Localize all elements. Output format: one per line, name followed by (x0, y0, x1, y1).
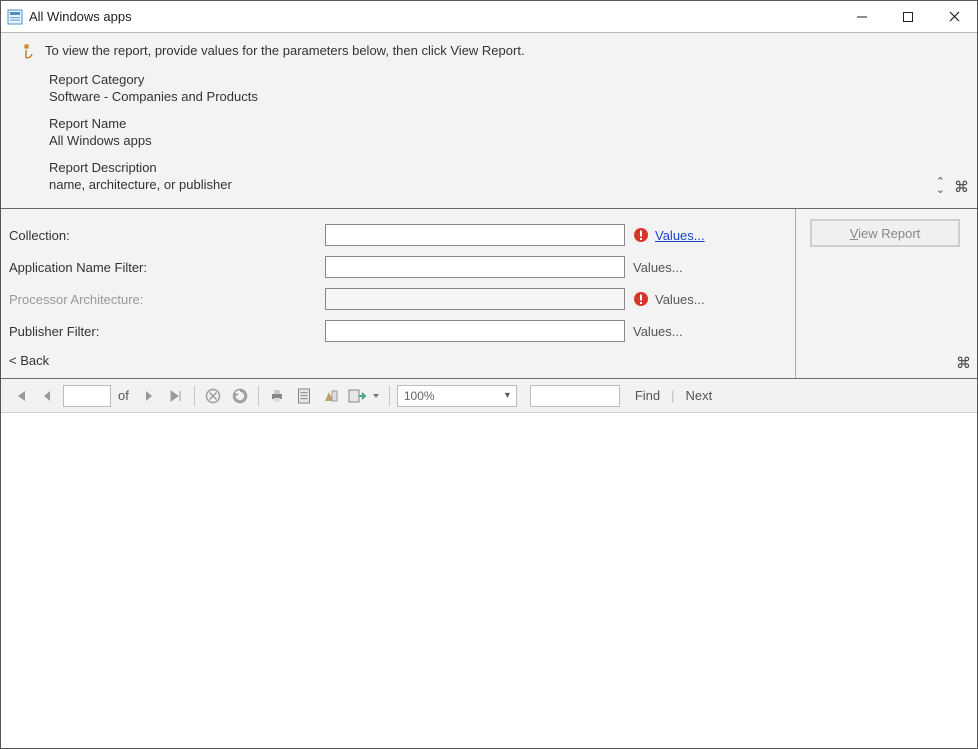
warning-icon (633, 291, 649, 307)
page-setup-button[interactable] (320, 385, 342, 407)
values-link[interactable]: Values... (655, 228, 705, 243)
param-input[interactable] (325, 320, 625, 342)
find-input[interactable] (530, 385, 620, 407)
param-actions: Values... (633, 260, 683, 275)
toolbar-separator: | (671, 388, 674, 403)
param-row: Collection: Values... (9, 219, 795, 251)
first-page-button[interactable] (9, 385, 31, 407)
values-link[interactable]: Values... (633, 260, 683, 275)
toolbar-separator (194, 386, 195, 406)
toolbar-separator (258, 386, 259, 406)
prev-page-button[interactable] (36, 385, 58, 407)
param-label: Processor Architecture: (9, 292, 325, 307)
window-controls (839, 1, 977, 32)
report-category-value: Software - Companies and Products (49, 89, 961, 104)
param-row: Processor Architecture: Values... (9, 283, 795, 315)
param-input[interactable] (325, 224, 625, 246)
page-number-input[interactable] (63, 385, 111, 407)
info-panel: To view the report, provide values for t… (1, 33, 977, 208)
param-input (325, 288, 625, 310)
toolbar-separator (389, 386, 390, 406)
print-button[interactable] (266, 385, 288, 407)
view-report-panel: View Report ⌘ (795, 209, 977, 378)
window-title: All Windows apps (29, 9, 839, 24)
report-desc-value: name, architecture, or publisher (49, 177, 961, 192)
zoom-select[interactable]: 100% ▾ (397, 385, 517, 407)
report-name-label: Report Name (49, 116, 961, 131)
param-actions: Values... (633, 227, 705, 243)
find-button[interactable]: Find (635, 388, 660, 403)
view-report-button[interactable]: View Report (810, 219, 960, 247)
find-next-button[interactable]: Next (686, 388, 713, 403)
back-link[interactable]: < Back (9, 353, 795, 368)
next-page-button[interactable] (138, 385, 160, 407)
report-viewer-toolbar: of 100% ▾ Find | Next (1, 379, 977, 413)
app-icon (7, 9, 23, 25)
panel-ornament-icon: ⌘ (954, 178, 969, 196)
page-of-label: of (118, 388, 129, 403)
titlebar: All Windows apps (1, 1, 977, 33)
chevron-down-icon: ⌄ (936, 186, 945, 194)
report-name-value: All Windows apps (49, 133, 961, 148)
panel-ornament-icon: ⌘ (956, 354, 971, 372)
view-report-label-rest: iew Report (858, 226, 920, 241)
minimize-button[interactable] (839, 1, 885, 32)
close-button[interactable] (931, 1, 977, 32)
zoom-value: 100% (404, 389, 435, 403)
maximize-button[interactable] (885, 1, 931, 32)
values-link[interactable]: Values... (633, 324, 683, 339)
param-label: Collection: (9, 228, 325, 243)
last-page-button[interactable] (165, 385, 187, 407)
param-actions: Values... (633, 291, 705, 307)
param-input[interactable] (325, 256, 625, 278)
warning-icon (633, 227, 649, 243)
instruction-text: To view the report, provide values for t… (45, 43, 525, 58)
param-row: Application Name Filter: Values... (9, 251, 795, 283)
collapse-expand-arrows[interactable]: ⌃ ⌄ (936, 178, 945, 194)
chevron-down-icon: ▾ (505, 390, 510, 401)
info-icon (21, 44, 37, 60)
param-label: Application Name Filter: (9, 260, 325, 275)
parameters-panel: Collection:Values...Application Name Fil… (1, 208, 977, 379)
stop-button[interactable] (202, 385, 224, 407)
report-viewer-body (1, 413, 977, 713)
param-label: Publisher Filter: (9, 324, 325, 339)
export-button[interactable] (347, 385, 369, 407)
refresh-button[interactable] (229, 385, 251, 407)
print-layout-button[interactable] (293, 385, 315, 407)
param-actions: Values... (633, 324, 683, 339)
export-dropdown-caret[interactable] (370, 385, 382, 407)
parameters-list: Collection:Values...Application Name Fil… (1, 209, 795, 378)
param-row: Publisher Filter: Values... (9, 315, 795, 347)
report-desc-label: Report Description (49, 160, 961, 175)
values-link[interactable]: Values... (655, 292, 705, 307)
report-category-label: Report Category (49, 72, 961, 87)
